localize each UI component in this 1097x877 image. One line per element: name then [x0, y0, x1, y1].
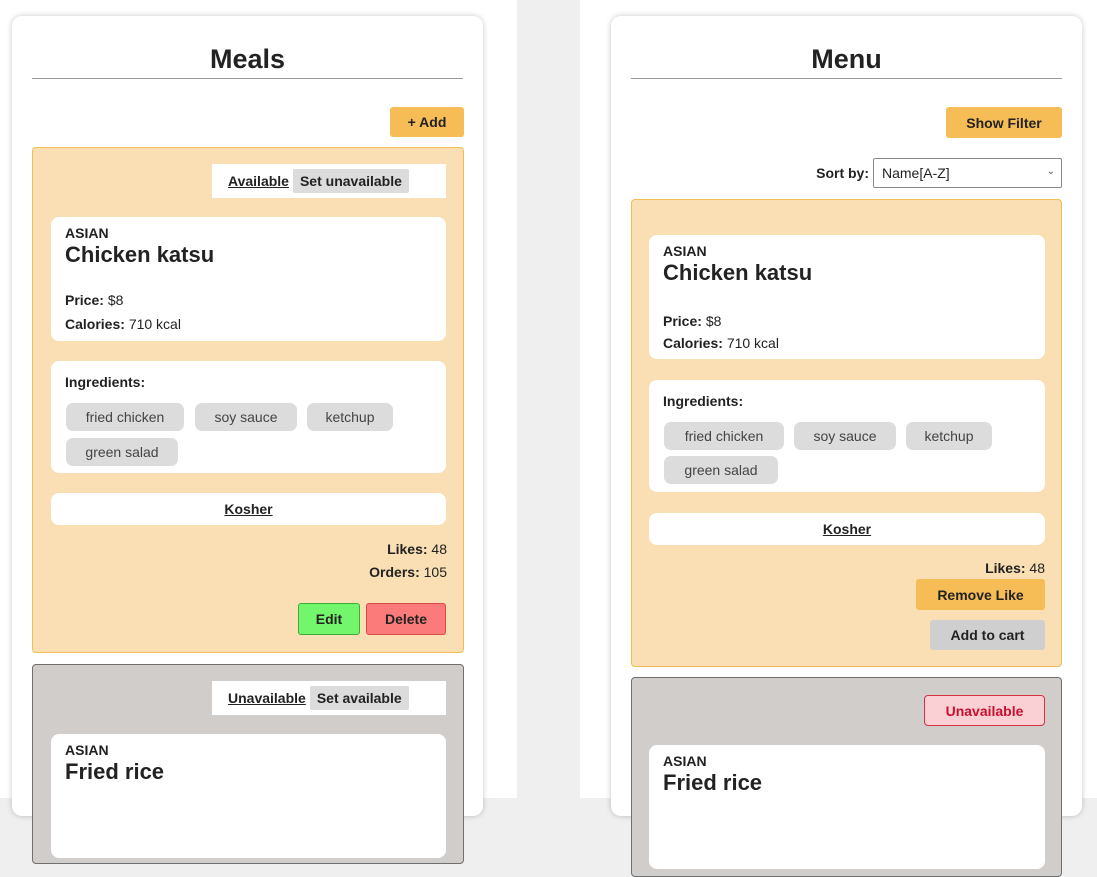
- ingredient-chip: green salad: [66, 438, 178, 466]
- price-label: Price:: [663, 313, 702, 329]
- ingredients-label: Ingredients:: [663, 393, 744, 409]
- meal-cuisine: ASIAN: [663, 753, 707, 769]
- ingredient-chip: soy sauce: [195, 403, 297, 431]
- sort-selected-value: Name[A-Z]: [882, 165, 950, 181]
- meal-card-fried-rice: Unavailable Set available ASIAN Fried ri…: [32, 664, 464, 864]
- meal-name: Fried rice: [65, 759, 165, 784]
- menu-card-chicken-katsu: ASIAN Chicken katsu Price: $8 Calories: …: [631, 199, 1062, 667]
- price-value: $8: [705, 313, 722, 329]
- calories-value: 710 kcal: [128, 316, 181, 332]
- diet-label: Kosher: [224, 501, 273, 517]
- orders-value: 105: [423, 564, 447, 580]
- remove-like-button[interactable]: Remove Like: [916, 579, 1045, 610]
- meal-cuisine: ASIAN: [663, 243, 707, 259]
- availability-box: Unavailable Set available: [212, 681, 446, 715]
- edit-button[interactable]: Edit: [298, 603, 360, 635]
- meal-price: Price: $8: [65, 292, 123, 308]
- price-value: $8: [107, 292, 124, 308]
- meals-title: Meals: [32, 44, 463, 79]
- sort-label: Sort by:: [816, 165, 869, 181]
- meal-likes: Likes: 48: [387, 541, 447, 557]
- likes-label: Likes:: [985, 560, 1026, 576]
- diet-box: Kosher: [51, 493, 446, 525]
- meal-info-box: ASIAN Chicken katsu Price: $8 Calories: …: [51, 217, 446, 341]
- meal-info-box: ASIAN Fried rice: [649, 745, 1045, 869]
- meal-card-chicken-katsu: Available Set unavailable ASIAN Chicken …: [32, 147, 464, 653]
- meal-calories: Calories: 710 kcal: [65, 316, 181, 332]
- set-available-button[interactable]: Set available: [309, 686, 409, 710]
- likes-value: 48: [1029, 560, 1045, 576]
- meal-info-box: ASIAN Fried rice: [51, 734, 446, 858]
- price-label: Price:: [65, 292, 104, 308]
- sort-row: Sort by: Name[A-Z] ⌄: [811, 157, 1062, 189]
- availability-status: Available: [228, 173, 289, 189]
- ingredient-chip: ketchup: [906, 422, 992, 450]
- meal-likes: Likes: 48: [985, 560, 1045, 576]
- ingredients-label: Ingredients:: [65, 374, 146, 390]
- meal-name: Fried rice: [663, 770, 763, 795]
- meals-panel: Meals + Add Available Set unavailable AS…: [12, 16, 483, 864]
- meal-cuisine: ASIAN: [65, 742, 109, 758]
- meal-orders: Orders: 105: [369, 564, 447, 580]
- diet-box: Kosher: [649, 513, 1045, 545]
- menu-panel: Menu Show Filter Sort by: Name[A-Z] ⌄ AS…: [611, 16, 1082, 877]
- ingredients-box: Ingredients: fried chicken soy sauce ket…: [51, 361, 446, 473]
- orders-label: Orders:: [369, 564, 420, 580]
- likes-value: 48: [431, 541, 447, 557]
- ingredients-box: Ingredients: fried chicken soy sauce ket…: [649, 380, 1045, 492]
- add-to-cart-button[interactable]: Add to cart: [930, 620, 1045, 650]
- availability-status: Unavailable: [228, 690, 306, 706]
- set-unavailable-button[interactable]: Set unavailable: [292, 169, 409, 193]
- meal-name: Chicken katsu: [65, 242, 215, 267]
- unavailable-badge: Unavailable: [924, 695, 1045, 726]
- calories-label: Calories:: [65, 316, 125, 332]
- ingredient-chip: green salad: [664, 456, 778, 484]
- availability-box: Available Set unavailable: [212, 164, 446, 198]
- ingredient-chip: ketchup: [307, 403, 393, 431]
- meal-name: Chicken katsu: [663, 260, 813, 285]
- meal-info-box: ASIAN Chicken katsu Price: $8 Calories: …: [649, 235, 1045, 359]
- meal-cuisine: ASIAN: [65, 225, 109, 241]
- diet-label: Kosher: [822, 521, 872, 537]
- add-meal-button[interactable]: + Add: [390, 107, 464, 137]
- calories-value: 710 kcal: [726, 335, 779, 351]
- delete-button[interactable]: Delete: [366, 603, 446, 635]
- likes-label: Likes:: [387, 541, 428, 557]
- ingredient-chip: soy sauce: [794, 422, 896, 450]
- meal-price: Price: $8: [663, 313, 721, 329]
- sort-select[interactable]: Name[A-Z] ⌄: [873, 158, 1062, 188]
- ingredient-chip: fried chicken: [66, 403, 184, 431]
- menu-card-fried-rice: Unavailable ASIAN Fried rice: [631, 677, 1062, 877]
- menu-title: Menu: [631, 44, 1062, 79]
- ingredient-chip: fried chicken: [664, 422, 784, 450]
- chevron-down-icon: ⌄: [1046, 166, 1055, 177]
- meal-calories: Calories: 710 kcal: [663, 335, 779, 351]
- show-filter-button[interactable]: Show Filter: [946, 107, 1062, 138]
- calories-label: Calories:: [663, 335, 723, 351]
